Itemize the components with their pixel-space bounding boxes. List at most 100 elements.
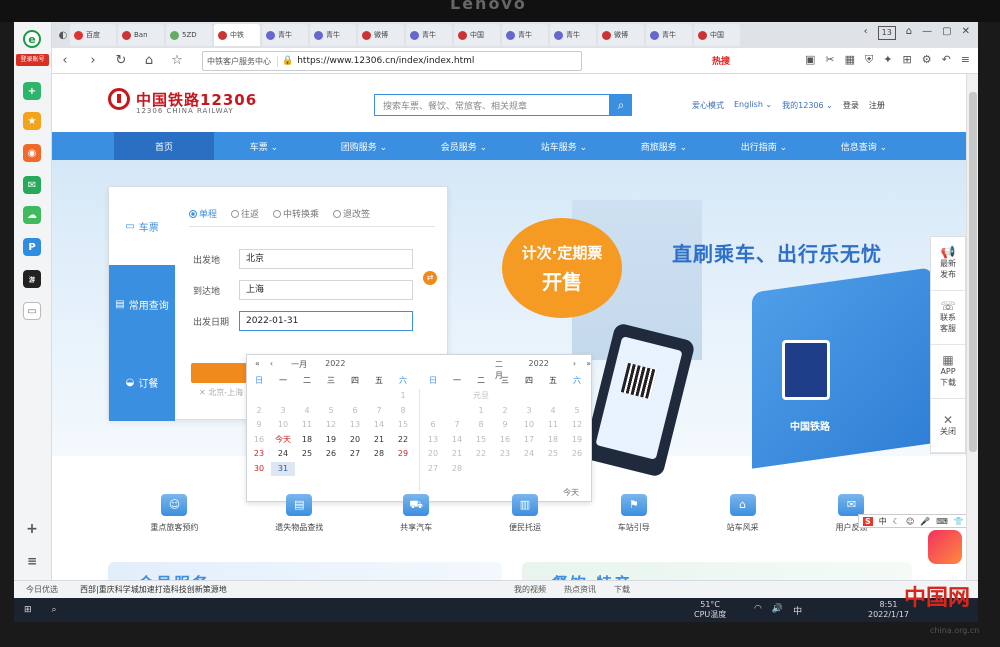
- ime-keyboard-icon[interactable]: ⌨: [936, 517, 948, 526]
- nav-item[interactable]: 商旅服务 ⌄: [614, 132, 714, 160]
- site-search-input[interactable]: 搜索车票、餐饮、常旅客、相关规章: [374, 94, 610, 116]
- nav-item[interactable]: 会员服务 ⌄: [414, 132, 514, 160]
- float-panel-item[interactable]: ☏ 联系 客服: [931, 291, 965, 345]
- nav-item[interactable]: 站车服务 ⌄: [514, 132, 614, 160]
- calendar-day[interactable]: 元旦: [469, 389, 493, 404]
- float-panel-item[interactable]: ✕ 关闭: [931, 399, 965, 453]
- rail-cloud-icon[interactable]: ☁: [23, 206, 41, 224]
- calendar-day[interactable]: 8: [391, 404, 415, 419]
- minimize-icon[interactable]: —: [922, 26, 932, 40]
- undo-icon[interactable]: ↶: [942, 53, 951, 67]
- extension-icon[interactable]: ▦: [845, 53, 855, 67]
- rail-p-icon[interactable]: P: [23, 238, 41, 256]
- browser-tab[interactable]: 百度: [70, 24, 116, 46]
- calendar-day[interactable]: 26: [319, 447, 343, 462]
- booking-side-tab[interactable]: ◒ 订餐: [109, 343, 175, 421]
- calendar-day[interactable]: 25: [541, 447, 565, 462]
- ime-emoji-icon[interactable]: ☺: [906, 517, 914, 526]
- calendar-day[interactable]: 15: [391, 418, 415, 433]
- scissors-icon[interactable]: ✂: [825, 53, 834, 67]
- today-picks[interactable]: 今日优选: [26, 584, 58, 595]
- service-item[interactable]: ▤ 遗失物品查找: [275, 494, 323, 544]
- service-item[interactable]: ▥ 便民托运: [509, 494, 541, 544]
- calendar-day[interactable]: 22: [469, 447, 493, 462]
- nav-item[interactable]: 车票 ⌄: [214, 132, 314, 160]
- calendar-day[interactable]: 18: [541, 433, 565, 448]
- calendar-day[interactable]: 22: [391, 433, 415, 448]
- status-news[interactable]: 热点资讯: [564, 584, 596, 595]
- float-panel-item[interactable]: 📢 最新 发布: [931, 237, 965, 291]
- url-text[interactable]: https://www.12306.cn/index/index.html: [297, 56, 474, 66]
- nav-item[interactable]: 信息查询 ⌄: [814, 132, 914, 160]
- tray-ime[interactable]: 中: [793, 604, 802, 617]
- calendar-day[interactable]: 18: [295, 433, 319, 448]
- browser-tab[interactable]: 中铁: [214, 24, 260, 46]
- scrollbar-thumb[interactable]: [969, 92, 977, 452]
- site-identity[interactable]: 中铁客户服务中心: [207, 55, 278, 67]
- rail-add-icon[interactable]: +: [23, 520, 41, 538]
- register-link[interactable]: 注册: [869, 100, 885, 111]
- address-bar[interactable]: 中铁客户服务中心 🔒 https://www.12306.cn/index/in…: [202, 51, 582, 71]
- calendar-day[interactable]: 28: [445, 462, 469, 477]
- calendar-day[interactable]: 15: [469, 433, 493, 448]
- rail-mail-icon[interactable]: ✉: [23, 176, 41, 194]
- reload-icon[interactable]: ↻: [114, 53, 128, 68]
- prev-year-icon[interactable]: «: [255, 359, 260, 370]
- browser-tab[interactable]: 青牛: [406, 24, 452, 46]
- history-entry[interactable]: ✕ 北京-上海: [199, 387, 243, 398]
- calendar-day[interactable]: 5: [319, 404, 343, 419]
- calendar-day[interactable]: 5: [565, 404, 589, 419]
- browser-tab[interactable]: 青牛: [550, 24, 596, 46]
- calendar-day[interactable]: 16: [493, 433, 517, 448]
- calendar-day[interactable]: 17: [517, 433, 541, 448]
- sogou-logo-icon[interactable]: S: [863, 516, 873, 526]
- service-item[interactable]: ☺ 重点旅客预约: [150, 494, 198, 544]
- taskbar-clock[interactable]: 8:51 2022/1/17: [868, 600, 909, 620]
- calendar-day[interactable]: 6: [343, 404, 367, 419]
- rail-weibo-icon[interactable]: ◉: [23, 144, 41, 162]
- rail-app-green-icon[interactable]: +: [23, 82, 41, 100]
- member-services-section[interactable]: 会员服务: [108, 562, 502, 580]
- calendar-day[interactable]: 9: [493, 418, 517, 433]
- calendar-day[interactable]: 19: [319, 433, 343, 448]
- game-icon[interactable]: ✦: [883, 53, 892, 67]
- calendar-day[interactable]: 1: [391, 389, 415, 404]
- rail-star-icon[interactable]: ★: [23, 112, 41, 130]
- calendar-day[interactable]: 6: [421, 418, 445, 433]
- ime-mode[interactable]: 中: [879, 516, 887, 527]
- service-item[interactable]: ⚑ 车站引导: [618, 494, 650, 544]
- tabs-back-icon[interactable]: ‹: [864, 26, 868, 40]
- calendar-day[interactable]: 21: [445, 447, 469, 462]
- status-download[interactable]: 下载: [614, 584, 630, 595]
- bookmark-star-icon[interactable]: ☆: [170, 53, 184, 68]
- header-link-care[interactable]: 爱心模式: [692, 100, 724, 111]
- browser-tab[interactable]: 青牛: [502, 24, 548, 46]
- header-link-my12306[interactable]: 我的12306 ⌄: [782, 100, 833, 111]
- browser-tab[interactable]: 微博: [358, 24, 404, 46]
- calendar-day[interactable]: 12: [319, 418, 343, 433]
- calendar-day[interactable]: 25: [295, 447, 319, 462]
- calendar-day[interactable]: 今天: [271, 433, 295, 448]
- calendar-day[interactable]: 30: [247, 462, 271, 477]
- calendar-day[interactable]: 9: [247, 418, 271, 433]
- tab-count-badge[interactable]: 13: [877, 26, 896, 40]
- swap-stations-button[interactable]: ⇄: [423, 271, 437, 285]
- nav-item[interactable]: 首页: [114, 132, 214, 160]
- login-account-badge[interactable]: 登录账号: [16, 54, 49, 66]
- booking-side-tab[interactable]: ▤ 常用查询: [109, 265, 175, 343]
- calendar-day[interactable]: 12: [565, 418, 589, 433]
- calendar-day[interactable]: 11: [295, 418, 319, 433]
- calendar-day[interactable]: 1: [469, 404, 493, 419]
- tray-wifi-icon[interactable]: ◠: [754, 604, 762, 617]
- calendar-day[interactable]: 8: [469, 418, 493, 433]
- from-station-input[interactable]: 北京: [239, 249, 413, 269]
- query-button[interactable]: [191, 363, 247, 383]
- food-section[interactable]: 餐饮·特产: [522, 562, 912, 580]
- calendar-day[interactable]: 24: [517, 447, 541, 462]
- tab-nav-icon[interactable]: ◐: [56, 30, 70, 41]
- calendar-day[interactable]: 29: [391, 447, 415, 462]
- calendar-day[interactable]: 28: [367, 447, 391, 462]
- browser-tab[interactable]: 中国: [694, 24, 740, 46]
- trip-type-option[interactable]: 单程: [189, 207, 217, 220]
- site-logo[interactable]: 中国铁路12306 12306 CHINA RAILWAY: [108, 88, 257, 115]
